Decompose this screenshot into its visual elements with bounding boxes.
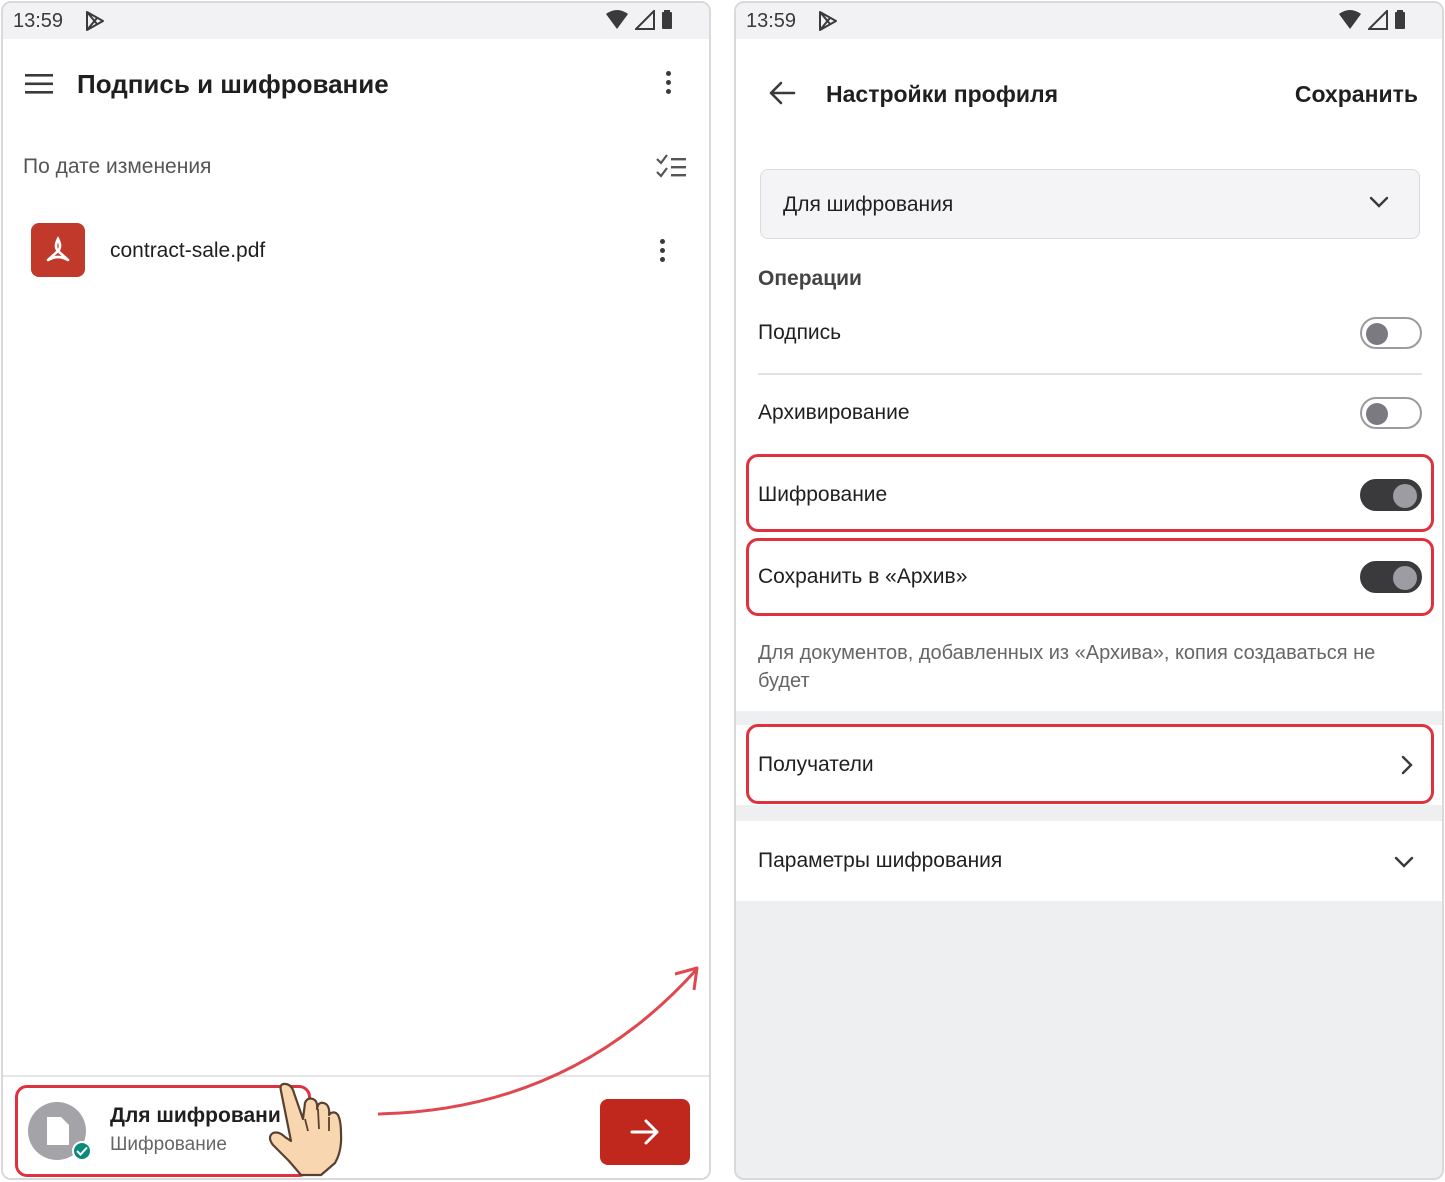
tap-hand-icon — [261, 1079, 351, 1178]
app-bar: Подпись и шифрование — [3, 39, 709, 129]
save-button[interactable]: Сохранить — [1295, 81, 1418, 108]
toggle-row-signature[interactable]: Подпись — [758, 305, 1422, 365]
highlight-frame — [746, 724, 1434, 804]
check-icon — [72, 1141, 92, 1161]
chevron-down-icon — [1394, 855, 1414, 874]
menu-icon[interactable] — [25, 73, 53, 100]
page-title: Настройки профиля — [826, 81, 1059, 107]
status-icons — [605, 10, 673, 30]
toggle-row-save-to-archive[interactable]: Сохранить в «Архив» — [758, 549, 1422, 609]
archive-note: Для документов, добавленных из «Архива»,… — [758, 642, 1376, 692]
signal-icon — [1368, 10, 1388, 30]
profile-select[interactable]: Для шифрования — [760, 169, 1420, 239]
play-store-icon — [818, 10, 838, 37]
profile-select-value: Для шифрования — [783, 193, 954, 216]
wifi-icon — [606, 10, 628, 29]
toggle-label: Архивирование — [758, 401, 910, 424]
encryption-toggle[interactable] — [1360, 479, 1422, 511]
encryption-params-label: Параметры шифрования — [758, 849, 1003, 872]
status-bar: 13:59 — [3, 3, 709, 39]
page-title: Подпись и шифрование — [77, 69, 389, 99]
toggle-label: Шифрование — [758, 483, 888, 506]
status-time: 13:59 — [13, 10, 64, 32]
divider — [758, 373, 1422, 375]
transition-arrow-icon — [377, 966, 699, 1116]
file-name: contract-sale.pdf — [110, 239, 266, 262]
toggle-label: Подпись — [758, 321, 842, 344]
battery-icon — [1395, 10, 1405, 29]
battery-icon — [662, 10, 672, 29]
toggle-row-encryption[interactable]: Шифрование — [758, 467, 1422, 527]
encryption-params-row[interactable]: Параметры шифрования — [736, 821, 1442, 901]
archiving-toggle[interactable] — [1360, 397, 1422, 429]
more-options-icon[interactable] — [664, 71, 672, 99]
signature-toggle[interactable] — [1360, 317, 1422, 349]
pdf-icon — [31, 223, 85, 277]
status-time: 13:59 — [746, 10, 797, 32]
save-to-archive-toggle[interactable] — [1360, 561, 1422, 593]
operations-label: Операции — [758, 267, 862, 290]
chevron-down-icon — [1369, 195, 1389, 214]
wifi-icon — [1339, 10, 1361, 29]
file-more-options-icon[interactable] — [658, 239, 666, 267]
status-bar: 13:59 — [736, 3, 1442, 39]
back-arrow-icon[interactable] — [768, 81, 796, 110]
sort-label[interactable]: По дате изменения — [23, 155, 211, 179]
document-icon — [47, 1117, 69, 1145]
file-row[interactable]: contract-sale.pdf — [3, 215, 709, 289]
play-store-icon — [85, 10, 105, 37]
signal-icon — [635, 10, 655, 30]
right-screen: 13:59 Настройки профиля Сохранить Для ши… — [734, 1, 1444, 1180]
toggle-label: Сохранить в «Архив» — [758, 565, 968, 588]
toggle-row-archiving[interactable]: Архивирование — [758, 385, 1422, 445]
profile-subtitle: Шифрование — [110, 1134, 227, 1155]
checklist-icon[interactable] — [655, 153, 687, 186]
status-icons — [1338, 10, 1406, 30]
